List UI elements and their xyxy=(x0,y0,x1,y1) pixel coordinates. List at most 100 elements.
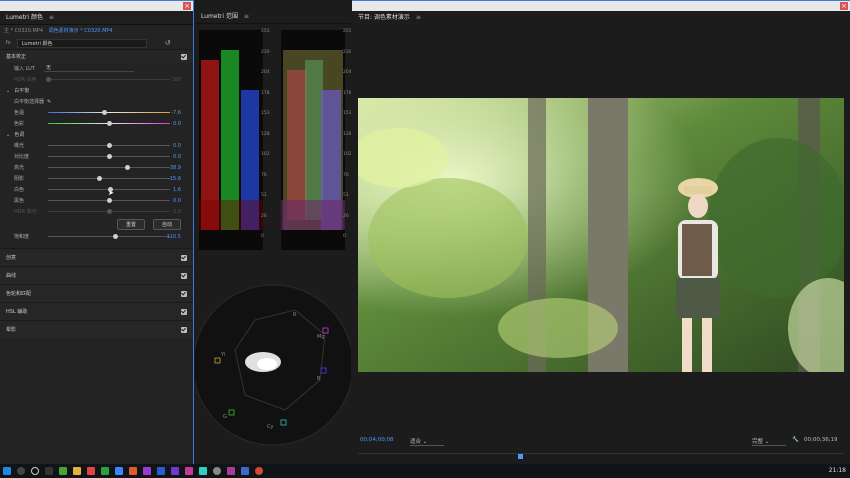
slider-value[interactable]: 0.0 xyxy=(173,209,181,215)
slider-knob[interactable] xyxy=(46,77,51,82)
cortana-icon[interactable] xyxy=(31,467,39,475)
tone-group[interactable]: ⌄ 色调 xyxy=(0,129,193,140)
exposure-slider[interactable]: 曝光 0.0 xyxy=(0,140,193,151)
app-icon[interactable] xyxy=(59,467,67,475)
after-effects-icon[interactable] xyxy=(171,467,179,475)
slider-track[interactable] xyxy=(48,110,170,115)
slider-knob[interactable] xyxy=(107,209,112,214)
quality-dropdown[interactable]: 完整 ⌄ xyxy=(752,437,786,446)
slider-value[interactable]: 110.5 xyxy=(167,234,181,240)
clip-source[interactable]: 主 * C0320.MP4 xyxy=(4,28,43,34)
section-header[interactable]: 曲线 xyxy=(0,266,193,284)
app-icon[interactable] xyxy=(115,467,123,475)
section-header[interactable]: 色轮和匹配 xyxy=(0,284,193,302)
premiere-active-icon[interactable] xyxy=(227,467,235,475)
slider-knob[interactable] xyxy=(107,198,112,203)
hdr-specular-slider[interactable]: HDR 高光 0.0 xyxy=(0,206,193,217)
blacks-slider[interactable]: 黑色 0.0 xyxy=(0,195,193,206)
time-ruler[interactable] xyxy=(358,453,844,463)
section-header[interactable]: HSL 辅助 xyxy=(0,302,193,320)
section-enable-checkbox[interactable] xyxy=(181,308,187,315)
wrench-icon[interactable]: 🔧 xyxy=(792,437,799,443)
chevron-down-icon[interactable]: ⌄ xyxy=(6,88,10,94)
folder-icon[interactable] xyxy=(73,467,81,475)
slider-track[interactable] xyxy=(48,209,170,214)
effect-dropdown[interactable]: Lumetri 颜色 xyxy=(16,38,147,48)
slider-track[interactable] xyxy=(48,154,170,159)
premiere-icon[interactable] xyxy=(143,467,151,475)
whites-slider[interactable]: 白色 1.6 ➤ xyxy=(0,184,193,198)
fit-dropdown[interactable]: 适合 ⌄ xyxy=(410,437,444,446)
section-enable-checkbox[interactable] xyxy=(181,53,187,60)
section-enable-checkbox[interactable] xyxy=(181,326,187,333)
close-icon[interactable]: × xyxy=(840,2,848,10)
section-enable-checkbox[interactable] xyxy=(181,254,187,261)
slider-knob[interactable] xyxy=(125,165,131,170)
app-icon[interactable] xyxy=(199,467,207,475)
panel-tab[interactable]: Lumetri 范围 ≡ xyxy=(195,10,351,24)
section-basic-correction[interactable]: 基本校正 xyxy=(0,49,193,63)
slider-knob[interactable] xyxy=(107,154,112,159)
hdr-white-slider[interactable]: HDR 白色 100 xyxy=(0,74,193,85)
app-icon[interactable] xyxy=(185,467,193,475)
chevron-down-icon[interactable]: ⌄ xyxy=(6,132,10,138)
slider-value[interactable]: 0.0 xyxy=(173,198,181,204)
app-icon[interactable] xyxy=(241,467,249,475)
input-lut-dropdown[interactable]: 无 xyxy=(44,65,134,72)
reset-icon[interactable]: ↺ xyxy=(165,39,171,47)
clip-sequence[interactable]: 调色素材演示 * C0320.MP4 xyxy=(49,28,113,34)
panel-menu-icon[interactable]: ≡ xyxy=(416,14,421,21)
slider-track[interactable] xyxy=(48,121,170,126)
task-view-icon[interactable] xyxy=(45,467,53,475)
slider-knob[interactable] xyxy=(113,234,119,239)
slider-track[interactable] xyxy=(48,165,170,170)
section-header[interactable]: 创意 xyxy=(0,248,193,266)
video-frame[interactable] xyxy=(358,98,844,372)
windows-start-icon[interactable] xyxy=(3,467,11,475)
section-enable-checkbox[interactable] xyxy=(181,290,187,297)
slider-knob[interactable] xyxy=(107,121,112,126)
slider-knob[interactable] xyxy=(107,143,112,148)
slider-value[interactable]: 0.0 xyxy=(173,121,181,127)
section-header[interactable]: 晕影 xyxy=(0,320,193,338)
playhead-timecode[interactable]: 00;04;00;08 xyxy=(360,437,394,443)
highlights-slider[interactable]: 高光 38.9 xyxy=(0,162,193,173)
section-enable-checkbox[interactable] xyxy=(181,272,187,279)
slider-value[interactable]: 1.6 xyxy=(173,187,181,193)
saturation-slider[interactable]: 饱和度 110.5 xyxy=(0,231,193,242)
slider-track[interactable] xyxy=(48,234,170,239)
wechat-icon[interactable] xyxy=(101,467,109,475)
close-icon[interactable]: × xyxy=(183,2,191,10)
playhead-marker[interactable] xyxy=(518,454,524,459)
panel-tab[interactable]: Lumetri 颜色 ≡ xyxy=(0,11,193,25)
slider-knob[interactable] xyxy=(102,110,108,115)
slider-value[interactable]: 38.9 xyxy=(170,165,181,171)
slider-value[interactable]: -15.6 xyxy=(168,176,181,182)
slider-track[interactable] xyxy=(48,143,170,148)
slider-track[interactable] xyxy=(48,198,170,203)
app-icon[interactable] xyxy=(129,467,137,475)
reset-button[interactable]: 重置 xyxy=(116,218,145,230)
panel-tab[interactable]: 节目: 调色素材演示 ≡ xyxy=(352,11,850,25)
fx-badge[interactable]: fx xyxy=(6,40,11,46)
search-icon[interactable] xyxy=(17,467,25,475)
slider-track[interactable] xyxy=(48,176,170,181)
auto-button[interactable]: 自动 xyxy=(152,218,181,230)
slider-value[interactable]: -7.6 xyxy=(171,110,181,116)
tint-slider[interactable]: 色彩 0.0 xyxy=(0,118,193,129)
white-balance-group[interactable]: ⌄ 白平衡 xyxy=(0,85,193,96)
slider-value[interactable]: 100 xyxy=(171,77,181,83)
app-icon[interactable] xyxy=(255,467,263,475)
shadows-slider[interactable]: 阴影 -15.6 xyxy=(0,173,193,184)
photoshop-icon[interactable] xyxy=(157,467,165,475)
app-icon[interactable] xyxy=(213,467,221,475)
panel-menu-icon[interactable]: ≡ xyxy=(244,13,249,20)
temperature-slider[interactable]: 色温 -7.6 xyxy=(0,107,193,118)
panel-menu-icon[interactable]: ≡ xyxy=(49,14,54,21)
slider-value[interactable]: 0.0 xyxy=(173,143,181,149)
slider-value[interactable]: 0.0 xyxy=(173,154,181,160)
slider-knob[interactable] xyxy=(97,176,103,181)
slider-track[interactable] xyxy=(46,77,170,82)
contrast-slider[interactable]: 对比度 0.0 xyxy=(0,151,193,162)
chrome-icon[interactable] xyxy=(87,467,95,475)
